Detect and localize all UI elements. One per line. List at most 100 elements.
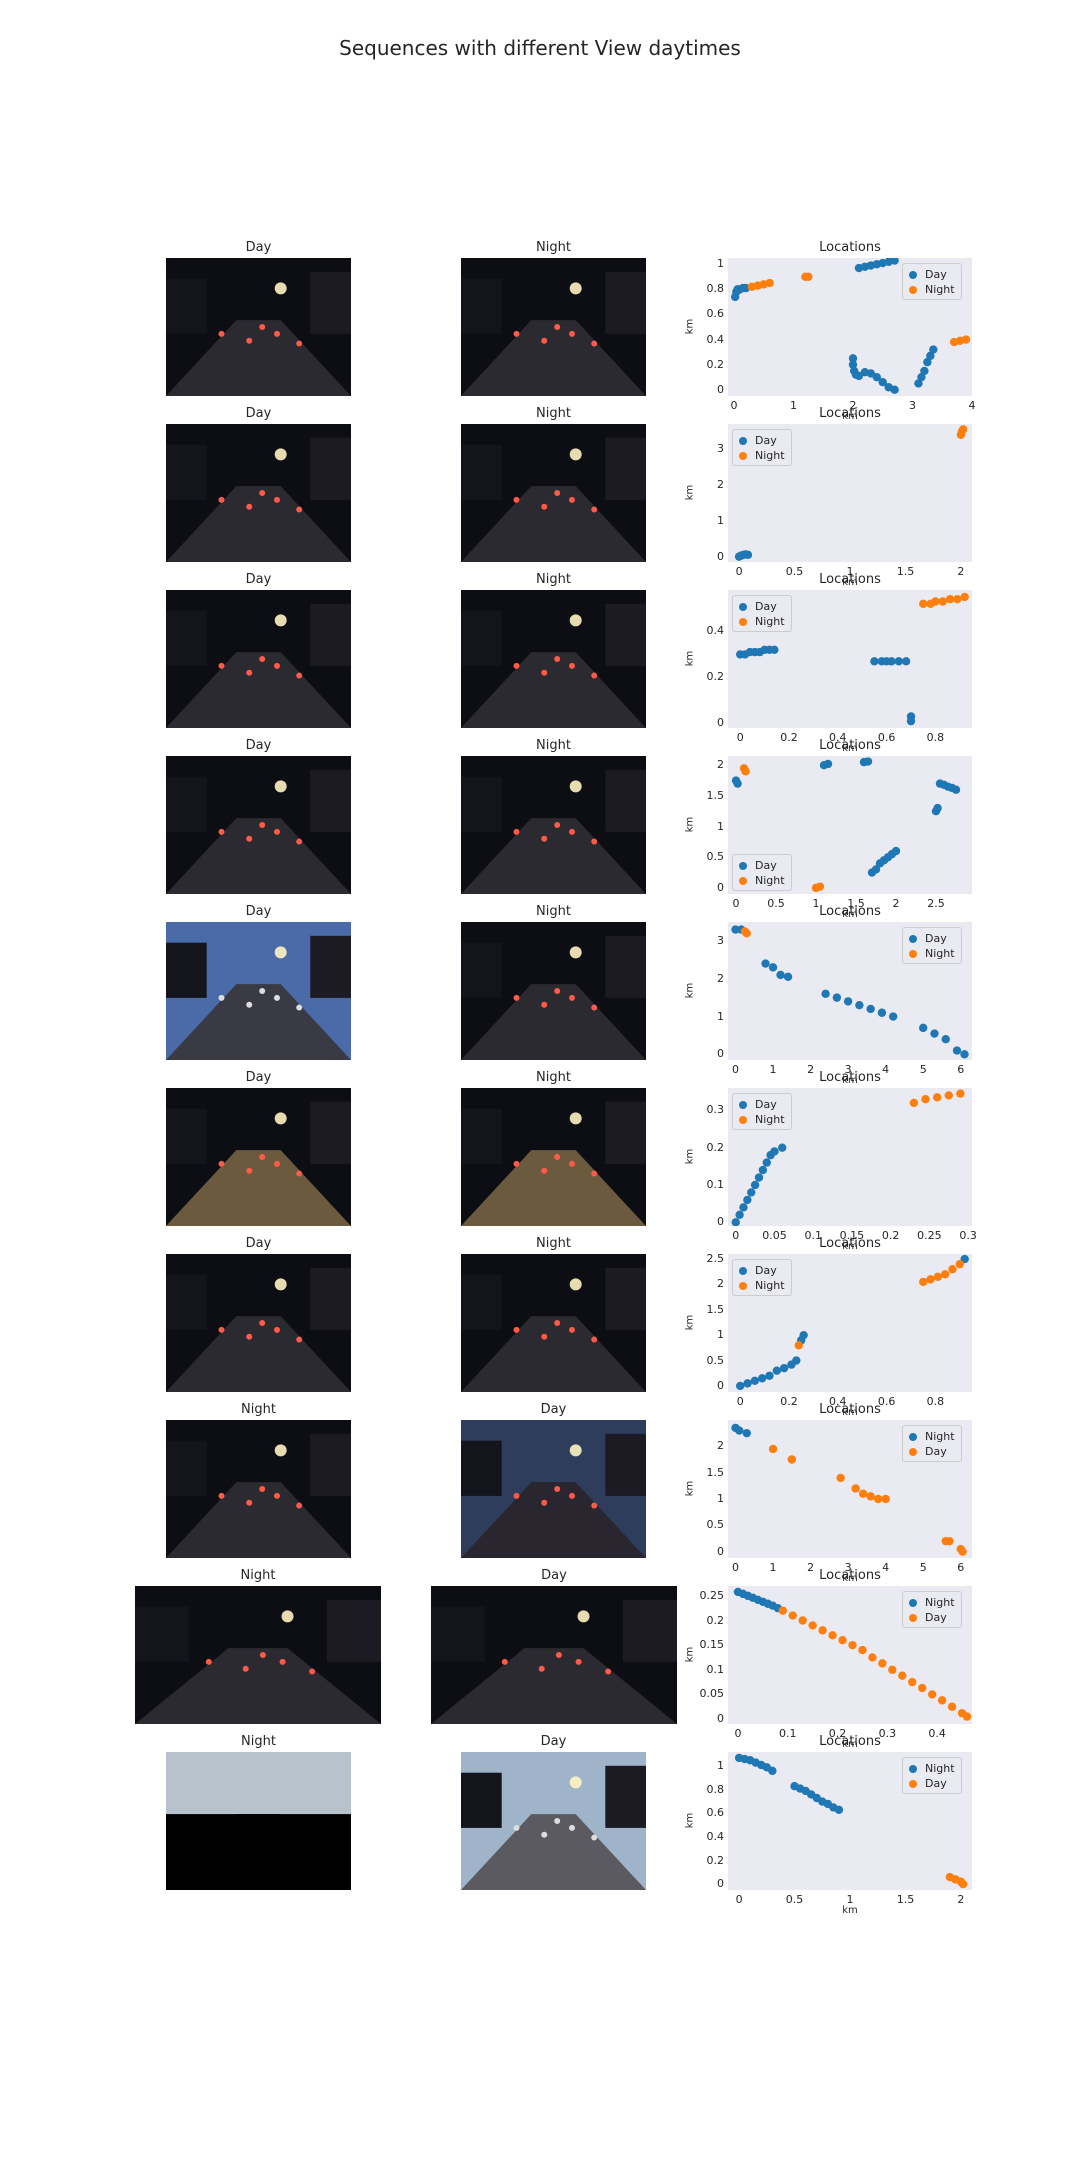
scatter-point <box>834 1805 844 1814</box>
scatter-point <box>808 1621 817 1630</box>
scatter-point <box>858 1645 867 1655</box>
legend-label: Day <box>755 1264 777 1277</box>
scatter-point <box>868 1653 877 1662</box>
scatter-point <box>933 803 942 813</box>
scatter-point <box>735 1210 744 1220</box>
y-tick-label: 0 <box>717 716 724 730</box>
y-tick-label: 0.6 <box>706 307 725 321</box>
photo-image <box>166 1254 351 1392</box>
chart-legend: Night Day <box>902 1425 962 1462</box>
scatter-point <box>887 657 896 666</box>
scatter-point <box>921 1094 930 1104</box>
scatter-point <box>891 846 901 856</box>
y-tick-label: 1 <box>717 1759 724 1773</box>
scatter-point <box>798 1616 807 1625</box>
y-tick-label: 0 <box>717 1877 724 1891</box>
legend-marker-icon <box>909 1447 917 1456</box>
image-title-left: Day <box>245 1070 272 1085</box>
scatter-point <box>919 1023 928 1033</box>
scatter-point <box>739 1203 748 1212</box>
photo-image <box>461 590 646 728</box>
scatter-point <box>731 1218 740 1227</box>
scatter-point <box>919 1277 928 1287</box>
legend-label: Night <box>755 615 785 628</box>
chart-legend: Night Day <box>902 1757 962 1794</box>
figure-title: Sequences with different View daytimes <box>339 36 741 60</box>
scatter-point <box>956 1089 965 1098</box>
legend-label: Day <box>755 434 777 447</box>
image-title-middle: Night <box>536 1070 571 1085</box>
image-title-middle: Night <box>536 1236 571 1251</box>
scatter-point <box>783 972 793 982</box>
chart-title: Locations <box>819 1236 881 1251</box>
y-tick-label: 0.25 <box>699 1588 725 1602</box>
photo-image <box>166 1420 351 1558</box>
scatter-point <box>770 645 779 654</box>
scatter-point <box>758 1165 768 1175</box>
y-tick-label: 0.8 <box>706 282 725 296</box>
photo-image <box>461 1254 646 1392</box>
y-axis-label: km <box>684 982 696 999</box>
y-tick-label: 0.2 <box>706 1140 725 1154</box>
y-tick-label: 2 <box>717 477 724 491</box>
y-tick-label: 0.3 <box>706 1103 725 1117</box>
scatter-point <box>962 1712 972 1721</box>
y-tick-label: 1 <box>717 819 724 833</box>
scatter-point <box>848 1640 857 1650</box>
chart-legend: Day Night <box>902 927 962 964</box>
scatter-point <box>818 1626 827 1635</box>
scatter-point <box>778 1606 787 1615</box>
scatter-point <box>953 595 962 604</box>
scatter-point <box>901 657 911 666</box>
legend-entry: Day <box>909 1776 955 1791</box>
scatter-point <box>863 757 873 766</box>
y-axis-label: km <box>684 650 696 667</box>
scatter-point <box>772 1366 781 1375</box>
scatter-point <box>894 657 903 666</box>
scatter-point <box>787 1455 797 1464</box>
scatter-point <box>770 1147 779 1156</box>
scatter-point <box>823 759 833 769</box>
scatter-point <box>765 278 774 288</box>
legend-entry: Day <box>739 1263 785 1278</box>
y-tick-label: 0.4 <box>706 1829 725 1843</box>
y-tick-label: 3 <box>717 442 724 456</box>
chart-legend: Day Night <box>732 595 792 632</box>
legend-label: Day <box>925 932 947 945</box>
photo-image <box>166 258 351 396</box>
y-tick-label: 0.05 <box>699 1687 725 1701</box>
y-tick-label: 0.15 <box>699 1638 725 1652</box>
scatter-point <box>929 345 938 354</box>
y-axis-label: km <box>684 1148 696 1165</box>
scatter-point <box>761 959 770 968</box>
scatter-point <box>832 993 842 1002</box>
scatter-point <box>938 597 947 606</box>
legend-entry: Day <box>739 858 785 873</box>
scatter-point <box>750 1180 760 1190</box>
image-title-middle: Day <box>541 1568 567 1583</box>
chart-title: Locations <box>819 1568 881 1583</box>
legend-entry: Night <box>909 282 955 297</box>
legend-label: Night <box>755 449 785 462</box>
legend-label: Day <box>755 1098 777 1111</box>
scatter-point <box>741 767 750 776</box>
scatter-point <box>958 1879 968 1889</box>
legend-marker-icon <box>909 934 917 943</box>
photo-image <box>166 590 351 728</box>
scatter-point <box>754 1173 764 1182</box>
y-tick-label: 2 <box>717 1439 724 1453</box>
y-tick-label: 1 <box>717 1009 724 1023</box>
photo-image <box>461 258 646 396</box>
legend-label: Night <box>925 947 955 960</box>
scatter-point <box>951 785 961 794</box>
scatter-point <box>909 1098 919 1108</box>
photo-image <box>166 1752 351 1890</box>
legend-marker-icon <box>739 617 747 626</box>
street-photo-middle <box>431 1586 677 1724</box>
scatter-point <box>778 1143 787 1152</box>
legend-entry: Night <box>739 614 785 629</box>
image-title-left: Day <box>245 1236 272 1251</box>
y-tick-label: 0 <box>717 1047 724 1061</box>
scatter-point <box>881 1494 890 1504</box>
photo-image <box>166 756 351 894</box>
